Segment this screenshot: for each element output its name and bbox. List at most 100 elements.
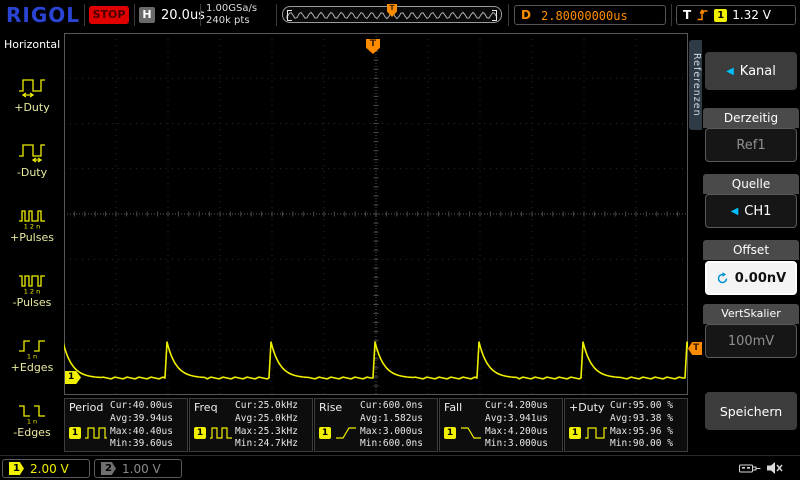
measure-item-plus-pulses[interactable]: 1 2 n +Pulses bbox=[0, 203, 64, 265]
separator bbox=[200, 4, 201, 26]
oscilloscope-screen: RIGOL STOP H 20.0us 1.00GSa/s 240k pts T… bbox=[0, 0, 800, 480]
trigger-readout-box: T 1 1.32 V bbox=[676, 5, 796, 25]
separator bbox=[134, 4, 135, 26]
measure-item-label: -Duty bbox=[16, 166, 48, 179]
channel1-scale: 2.00 V bbox=[30, 461, 69, 476]
menu-section-quelle: Quelle bbox=[703, 174, 799, 194]
memory-depth: 240k pts bbox=[206, 15, 250, 26]
measurement-min: Min:39.60us bbox=[110, 438, 173, 450]
measurement-cur: Cur:4.200us bbox=[485, 400, 548, 411]
measurement-title: Rise bbox=[319, 401, 343, 414]
measurement-avg: Avg:25.0kHz bbox=[235, 412, 298, 424]
minus-pulses-icon: 1 2 n bbox=[19, 275, 45, 295]
fall-time-icon bbox=[461, 427, 481, 439]
measure-item-minus-edges[interactable]: 1 n -Edges bbox=[0, 398, 64, 460]
memory-position-bar[interactable]: T bbox=[282, 4, 502, 23]
measure-item-plus-edges[interactable]: 1 n +Edges bbox=[0, 333, 64, 395]
menu-item-kanal[interactable]: ◀ Kanal bbox=[705, 52, 797, 90]
measurement-values: Cur:95.00 % Avg:93.38 % Max:95.96 % Min:… bbox=[610, 400, 673, 451]
measurement-values: Cur:25.0kHz Avg:25.0kHz Max:25.3kHz Min:… bbox=[235, 400, 298, 451]
measurement-max: Max:25.3kHz bbox=[235, 425, 298, 437]
trigger-label: T bbox=[683, 8, 692, 22]
measurement-title: +Duty bbox=[569, 401, 605, 414]
measurement-title: Freq bbox=[194, 401, 218, 414]
measure-item-label: +Pulses bbox=[10, 231, 54, 244]
run-state-badge[interactable]: STOP bbox=[89, 6, 129, 24]
measurement-menu-title: Horizontal bbox=[4, 38, 61, 51]
channel-badge: 1 bbox=[569, 427, 581, 439]
channel-badge: 1 bbox=[69, 427, 81, 439]
measurement-max: Max:95.96 % bbox=[610, 425, 673, 437]
measure-item-label: +Duty bbox=[14, 101, 50, 114]
measurement-cur: Cur:600.0ns bbox=[360, 400, 423, 411]
delay-label: D bbox=[521, 8, 531, 22]
channel-badge: 1 bbox=[319, 427, 331, 439]
menu-value-source[interactable]: ◀ CH1 bbox=[705, 194, 797, 228]
plus-pulses-icon: 1 2 n bbox=[19, 210, 45, 230]
rise-time-icon bbox=[336, 427, 356, 439]
measurement-max: Max:40.40us bbox=[110, 425, 173, 437]
measurement-min: Min:90.00 % bbox=[610, 438, 673, 450]
trigger-level-value: 1.32 V bbox=[732, 8, 771, 22]
menu-value-offset[interactable]: 0.00nV bbox=[705, 261, 797, 295]
top-status-bar: RIGOL STOP H 20.0us 1.00GSa/s 240k pts T… bbox=[0, 0, 800, 30]
frequency-icon bbox=[210, 427, 232, 439]
svg-text:1 n: 1 n bbox=[27, 418, 37, 425]
svg-text:1 2 n: 1 2 n bbox=[24, 288, 41, 295]
measurement-panel-freq[interactable]: Freq 1 Cur:25.0kHz Avg:25.0kHz Max:25.3k… bbox=[189, 398, 313, 452]
measure-item-minus-duty[interactable]: -Duty bbox=[0, 138, 64, 200]
plus-duty-icon bbox=[19, 79, 45, 98]
back-arrow-icon: ◀ bbox=[730, 205, 739, 217]
plus-edges-icon: 1 n bbox=[19, 340, 45, 359]
trigger-letter: T bbox=[389, 4, 395, 12]
minus-duty-icon bbox=[19, 144, 45, 163]
sample-rate: 1.00GSa/s bbox=[206, 3, 258, 14]
measurement-min: Min:600.0ns bbox=[360, 438, 423, 450]
measurement-result-bar: Period 1 Cur:40.00us Avg:39.94us Max:40.… bbox=[64, 398, 688, 452]
measure-item-label: -Pulses bbox=[12, 296, 52, 309]
measure-item-minus-pulses[interactable]: 1 2 n -Pulses bbox=[0, 268, 64, 330]
measurement-cur: Cur:40.00us bbox=[110, 400, 173, 411]
menu-value-label: 0.00nV bbox=[734, 270, 787, 286]
menu-value-vertscale[interactable]: 100mV bbox=[705, 324, 797, 358]
measurement-avg: Avg:1.582us bbox=[360, 412, 423, 424]
measure-item-label: -Edges bbox=[13, 426, 51, 439]
measurement-panel-rise[interactable]: Rise 1 Cur:600.0ns Avg:1.582us Max:3.000… bbox=[314, 398, 438, 452]
measurement-panel-fall[interactable]: Fall 1 Cur:4.200us Avg:3.941us Max:4.200… bbox=[439, 398, 563, 452]
rising-edge-icon bbox=[697, 9, 708, 21]
menu-value-ref1[interactable]: Ref1 bbox=[705, 128, 797, 162]
channel1-badge: 1 bbox=[9, 462, 24, 475]
menu-section-offset: Offset bbox=[703, 240, 799, 260]
separator bbox=[84, 4, 85, 26]
menu-item-label: Kanal bbox=[739, 63, 776, 79]
measurement-panel-period[interactable]: Period 1 Cur:40.00us Avg:39.94us Max:40.… bbox=[64, 398, 188, 452]
horizontal-badge: H bbox=[139, 7, 155, 23]
menu-section-vertskalier: VertSkalier bbox=[703, 304, 799, 324]
period-icon bbox=[85, 427, 107, 439]
channel-badge: 1 bbox=[194, 427, 206, 439]
trigger-level-marker[interactable]: T bbox=[688, 342, 702, 355]
timebase-readout: 20.0us bbox=[161, 8, 205, 23]
measurement-cur: Cur:95.00 % bbox=[610, 400, 673, 411]
channel2-scale: 1.00 V bbox=[122, 461, 161, 476]
rotary-knob-icon bbox=[717, 271, 728, 283]
measurement-title: Period bbox=[69, 401, 104, 414]
delay-readout-box: D 2.80000000us bbox=[514, 5, 666, 25]
channel2-status[interactable]: 2 1.00 V bbox=[94, 459, 182, 478]
soft-menu: ◀ Kanal Derzeitig Ref1 Quelle ◀ CH1 Offs… bbox=[702, 30, 800, 455]
menu-title-tab[interactable]: Referenzen bbox=[689, 40, 702, 130]
acquisition-readout: 1.00GSa/s 240k pts bbox=[206, 3, 257, 27]
measurement-max: Max:3.000us bbox=[360, 425, 423, 437]
rigol-logo: RIGOL bbox=[6, 3, 81, 27]
measure-item-plus-duty[interactable]: +Duty bbox=[0, 73, 64, 135]
channel1-status[interactable]: 1 2.00 V bbox=[2, 459, 90, 478]
delay-value: 2.80000000us bbox=[541, 9, 628, 23]
channel2-badge: 2 bbox=[101, 462, 116, 475]
menu-item-speichern[interactable]: Speichern bbox=[705, 392, 797, 430]
measurement-panel-plus-duty[interactable]: +Duty 1 Cur:95.00 % Avg:93.38 % Max:95.9… bbox=[564, 398, 688, 452]
measurement-values: Cur:4.200us Avg:3.941us Max:4.200us Min:… bbox=[485, 400, 548, 451]
measurement-min: Min:24.7kHz bbox=[235, 438, 298, 450]
separator bbox=[276, 4, 277, 26]
svg-text:1 2 n: 1 2 n bbox=[24, 223, 41, 230]
speaker-muted-icon bbox=[767, 462, 783, 474]
